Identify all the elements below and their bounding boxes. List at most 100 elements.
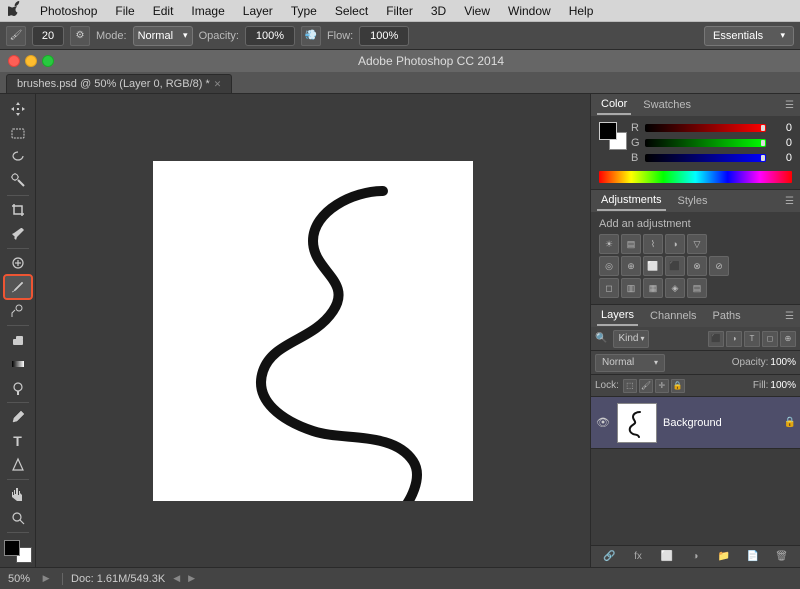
pixel-filter-icon[interactable]: ⬛ bbox=[708, 331, 724, 347]
hand-tool[interactable] bbox=[5, 483, 31, 506]
delete-layer-icon[interactable]: 🗑 bbox=[774, 549, 790, 565]
tab-adjustments[interactable]: Adjustments bbox=[597, 191, 666, 211]
gradient-map-icon[interactable]: ▤ bbox=[687, 278, 707, 298]
clone-stamp-tool[interactable] bbox=[5, 299, 31, 322]
add-mask-icon[interactable]: ⬜ bbox=[659, 549, 675, 565]
menu-image[interactable]: Image bbox=[183, 2, 232, 20]
brush-tool[interactable] bbox=[5, 276, 31, 299]
threshold-icon[interactable]: ▦ bbox=[643, 278, 663, 298]
text-tool[interactable]: T bbox=[5, 430, 31, 453]
kind-filter-dropdown[interactable]: Kind bbox=[613, 330, 649, 348]
canvas[interactable] bbox=[153, 161, 473, 501]
menu-edit[interactable]: Edit bbox=[145, 2, 182, 20]
flow-input[interactable]: 100% bbox=[359, 26, 409, 46]
menu-help[interactable]: Help bbox=[561, 2, 602, 20]
color-fg-square[interactable] bbox=[599, 122, 617, 140]
status-nav-right[interactable]: ▶ bbox=[188, 573, 195, 584]
color-panel-menu-icon[interactable]: ☰ bbox=[785, 100, 794, 111]
link-layers-icon[interactable]: 🔗 bbox=[601, 549, 617, 565]
brush-options-icon[interactable]: ⚙ bbox=[70, 26, 90, 46]
color-balance-icon[interactable]: ⊕ bbox=[621, 256, 641, 276]
layer-effects-icon[interactable]: fx bbox=[630, 549, 646, 565]
pen-tool[interactable] bbox=[5, 406, 31, 429]
close-tab-icon[interactable]: ✕ bbox=[214, 79, 222, 90]
menu-window[interactable]: Window bbox=[500, 2, 559, 20]
type-filter-icon[interactable]: T bbox=[744, 331, 760, 347]
menu-view[interactable]: View bbox=[456, 2, 498, 20]
tab-layers[interactable]: Layers bbox=[597, 306, 638, 326]
lasso-tool[interactable] bbox=[5, 145, 31, 168]
photo-filter-icon[interactable]: ⬛ bbox=[665, 256, 685, 276]
zoom-status-icon[interactable]: ▶ bbox=[38, 571, 54, 587]
tab-channels[interactable]: Channels bbox=[646, 307, 700, 325]
menu-photoshop[interactable]: Photoshop bbox=[32, 2, 105, 20]
layers-panel-menu-icon[interactable]: ☰ bbox=[785, 311, 794, 322]
vibrance-icon[interactable]: ▽ bbox=[687, 234, 707, 254]
menu-select[interactable]: Select bbox=[327, 2, 376, 20]
status-nav-left[interactable]: ◀ bbox=[173, 573, 180, 584]
brush-size-input[interactable]: 20 bbox=[32, 26, 64, 46]
layer-visibility-icon[interactable]: 👁 bbox=[595, 415, 611, 431]
red-slider[interactable] bbox=[645, 124, 766, 132]
hue-saturation-icon[interactable]: ◎ bbox=[599, 256, 619, 276]
canvas-area[interactable] bbox=[36, 94, 590, 567]
path-selection-tool[interactable] bbox=[5, 453, 31, 476]
layer-item-background[interactable]: 👁 Background 🔒 bbox=[591, 397, 800, 449]
adjustment-filter-icon[interactable]: ◑ bbox=[726, 331, 742, 347]
posterize-icon[interactable]: ▥ bbox=[621, 278, 641, 298]
curves-icon[interactable]: ⌇ bbox=[643, 234, 663, 254]
minimize-button[interactable] bbox=[25, 55, 37, 67]
lock-transparent-icon[interactable]: ⬚ bbox=[623, 379, 637, 393]
color-spectrum[interactable] bbox=[599, 171, 792, 183]
workspace-essentials-dropdown[interactable]: Essentials bbox=[704, 26, 794, 46]
zoom-tool[interactable] bbox=[5, 507, 31, 530]
blue-slider[interactable] bbox=[645, 154, 766, 162]
gradient-tool[interactable] bbox=[5, 353, 31, 376]
close-button[interactable] bbox=[8, 55, 20, 67]
shape-filter-icon[interactable]: ◻ bbox=[762, 331, 778, 347]
healing-brush-tool[interactable] bbox=[5, 252, 31, 275]
lock-position-icon[interactable]: ✛ bbox=[655, 379, 669, 393]
new-adjustment-icon[interactable]: ◑ bbox=[687, 549, 703, 565]
mode-dropdown[interactable]: Normal bbox=[133, 26, 193, 46]
dodge-tool[interactable] bbox=[5, 376, 31, 399]
levels-icon[interactable]: ▤ bbox=[621, 234, 641, 254]
selective-color-icon[interactable]: ◈ bbox=[665, 278, 685, 298]
tab-paths[interactable]: Paths bbox=[709, 307, 745, 325]
magic-wand-tool[interactable] bbox=[5, 169, 31, 192]
document-tab[interactable]: brushes.psd @ 50% (Layer 0, RGB/8) * ✕ bbox=[6, 74, 232, 93]
tab-color[interactable]: Color bbox=[597, 95, 631, 115]
menu-file[interactable]: File bbox=[107, 2, 142, 20]
smart-filter-icon[interactable]: ⊕ bbox=[780, 331, 796, 347]
invert-icon[interactable]: ◻ bbox=[599, 278, 619, 298]
marquee-tool[interactable] bbox=[5, 122, 31, 145]
exposure-icon[interactable]: ◑ bbox=[665, 234, 685, 254]
green-slider[interactable] bbox=[645, 139, 766, 147]
airbrush-icon[interactable]: 💨 bbox=[301, 26, 321, 46]
tab-swatches[interactable]: Swatches bbox=[639, 96, 695, 114]
adjustments-panel-menu-icon[interactable]: ☰ bbox=[785, 196, 794, 207]
new-group-icon[interactable]: 📁 bbox=[716, 549, 732, 565]
opacity-input[interactable]: 100% bbox=[245, 26, 295, 46]
menu-filter[interactable]: Filter bbox=[378, 2, 421, 20]
color-lookup-icon[interactable]: ⊘ bbox=[709, 256, 729, 276]
move-tool[interactable] bbox=[5, 98, 31, 121]
brush-preset-picker[interactable]: 🖌 bbox=[6, 26, 26, 46]
lock-image-icon[interactable]: 🖌 bbox=[639, 379, 653, 393]
menu-type[interactable]: Type bbox=[283, 2, 325, 20]
lock-all-icon[interactable]: 🔒 bbox=[671, 379, 685, 393]
black-white-icon[interactable]: ⬜ bbox=[643, 256, 663, 276]
menu-3d[interactable]: 3D bbox=[423, 2, 454, 20]
blend-mode-dropdown[interactable]: Normal bbox=[595, 354, 665, 372]
brightness-contrast-icon[interactable]: ☀ bbox=[599, 234, 619, 254]
maximize-button[interactable] bbox=[42, 55, 54, 67]
tab-styles[interactable]: Styles bbox=[674, 192, 712, 210]
crop-tool[interactable] bbox=[5, 199, 31, 222]
eraser-tool[interactable] bbox=[5, 329, 31, 352]
new-layer-icon[interactable]: 📄 bbox=[745, 549, 761, 565]
foreground-color-swatch[interactable] bbox=[4, 540, 20, 556]
channel-mixer-icon[interactable]: ⊗ bbox=[687, 256, 707, 276]
menu-layer[interactable]: Layer bbox=[235, 2, 281, 20]
eyedropper-tool[interactable] bbox=[5, 222, 31, 245]
color-swatches[interactable] bbox=[4, 540, 32, 563]
